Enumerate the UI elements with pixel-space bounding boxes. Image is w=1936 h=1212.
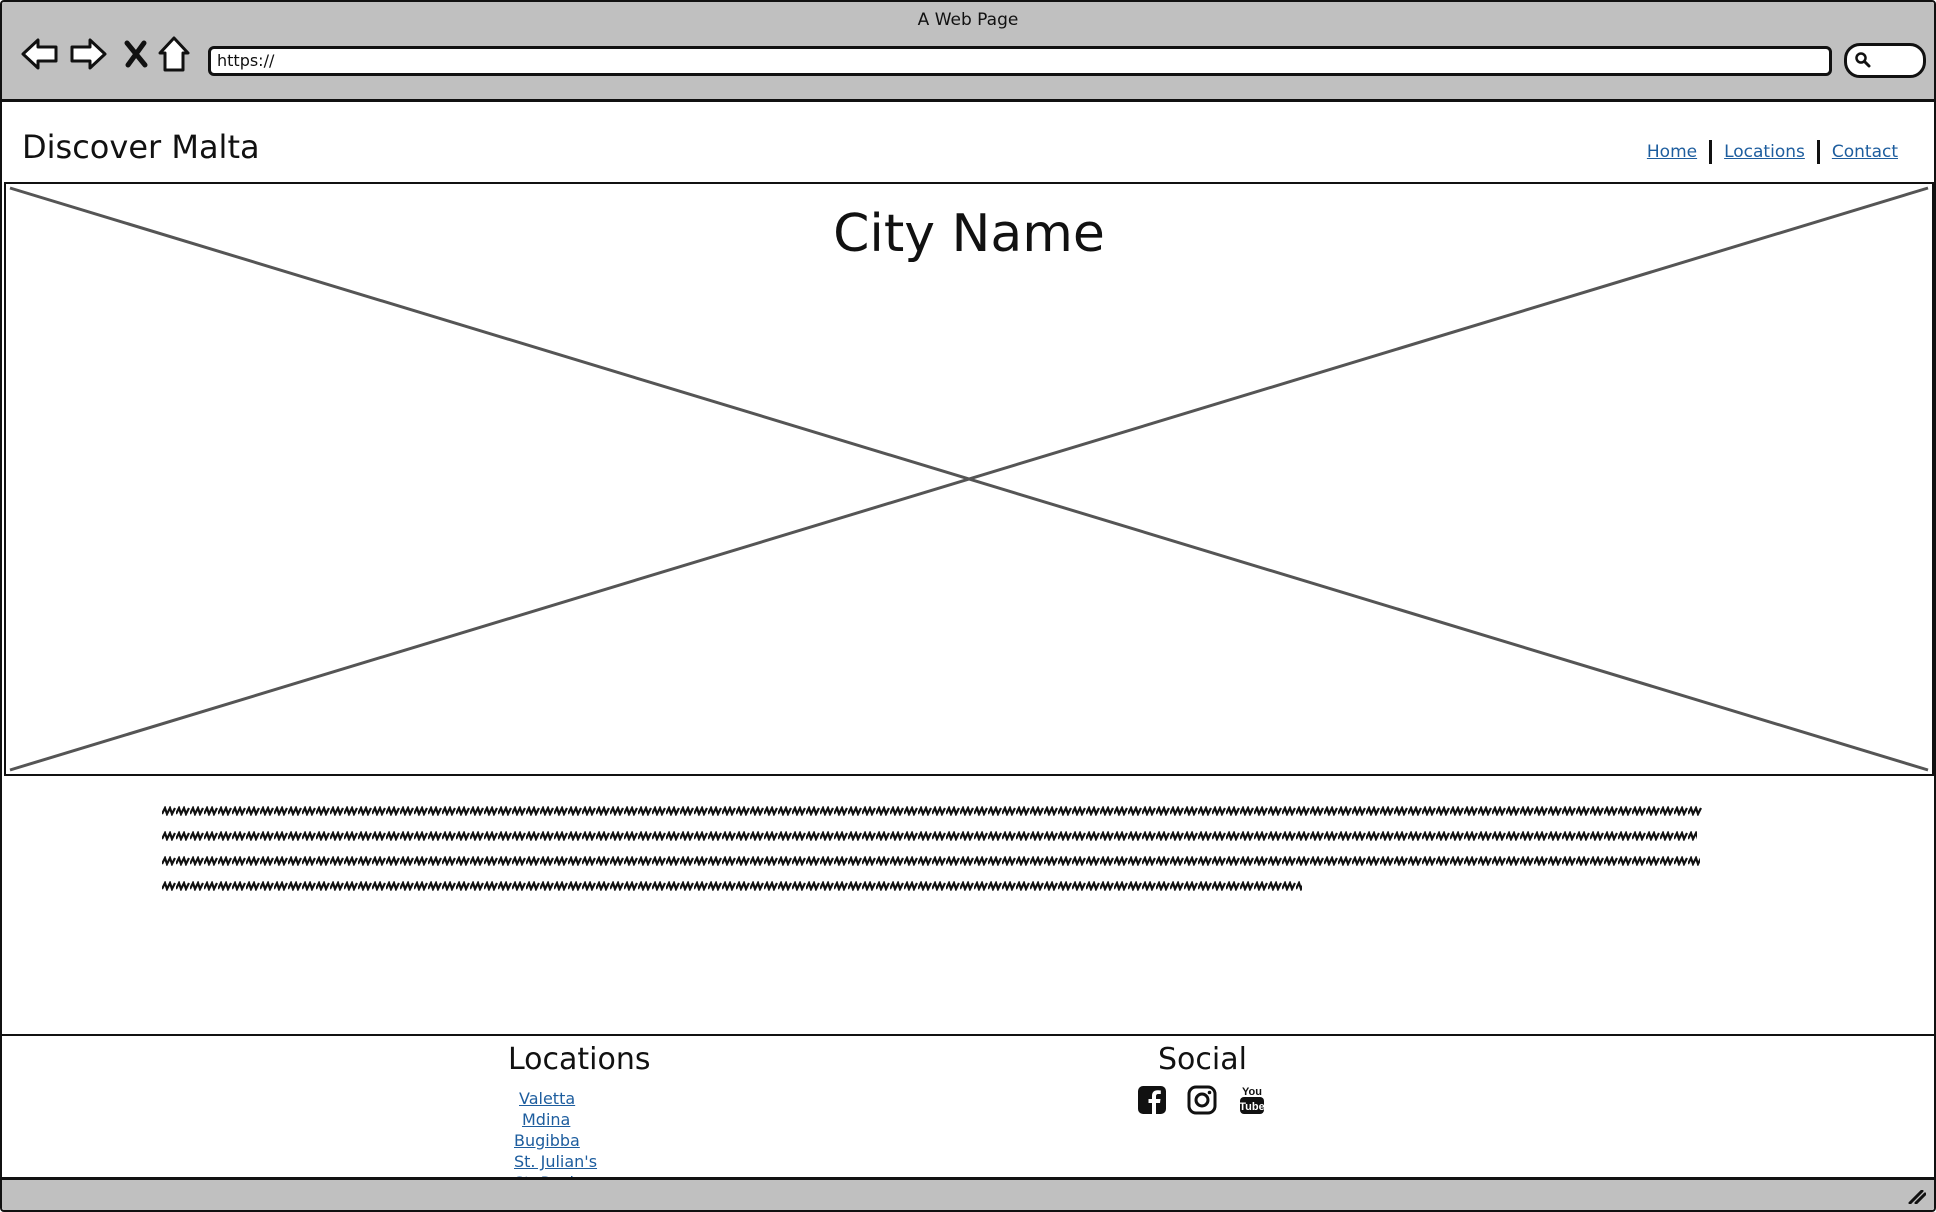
scribble-text-line (162, 856, 1700, 866)
svg-text:You: You (1242, 1086, 1262, 1098)
instagram-icon[interactable] (1186, 1084, 1218, 1116)
footer-locations-heading: Locations (508, 1042, 651, 1077)
browser-window: A Web Page https:// Discover Malta Home … (0, 0, 1936, 1212)
home-button[interactable] (152, 32, 196, 76)
scribble-text-line (162, 881, 1302, 891)
footer-link-bugibba[interactable]: Bugibba (514, 1130, 597, 1151)
close-icon (124, 40, 148, 68)
search-icon (1855, 52, 1871, 68)
address-bar[interactable]: https:// (208, 46, 1832, 76)
footer-link-st-julians[interactable]: St. Julian's (514, 1151, 597, 1172)
forward-button[interactable] (66, 32, 110, 76)
page-footer: Locations Valetta Mdina Bugibba St. Juli… (2, 1034, 1934, 1192)
nav-link-locations[interactable]: Locations (1724, 142, 1805, 162)
facebook-icon[interactable] (1136, 1084, 1168, 1116)
resize-grip-icon[interactable] (1908, 1190, 1926, 1204)
back-button[interactable] (18, 32, 62, 76)
browser-search-box[interactable] (1844, 43, 1926, 78)
browser-status-bar (2, 1177, 1934, 1210)
hero-image-placeholder: City Name (4, 182, 1934, 776)
scribble-text-line (162, 831, 1697, 841)
window-title: A Web Page (917, 10, 1019, 30)
back-arrow-icon (21, 38, 58, 70)
image-placeholder-icon (9, 186, 1929, 772)
nav-link-contact[interactable]: Contact (1832, 142, 1898, 162)
youtube-icon[interactable]: You Tube (1236, 1084, 1268, 1116)
top-navigation: Home Locations Contact (1647, 140, 1898, 164)
browser-toolbar: A Web Page https:// (2, 2, 1934, 102)
footer-link-valetta[interactable]: Valetta (514, 1088, 597, 1109)
home-icon (158, 36, 190, 72)
hero-title: City Name (833, 204, 1105, 264)
forward-arrow-icon (70, 38, 107, 70)
site-title: Discover Malta (22, 128, 260, 166)
social-icons: You Tube (1136, 1084, 1268, 1116)
footer-social-heading: Social (1158, 1042, 1247, 1077)
nav-divider (1709, 140, 1713, 164)
scribble-text-line (162, 806, 1702, 816)
footer-link-mdina[interactable]: Mdina (514, 1109, 597, 1130)
nav-link-home[interactable]: Home (1647, 142, 1697, 162)
placeholder-paragraph (162, 806, 1702, 906)
svg-text:Tube: Tube (1239, 1101, 1264, 1113)
nav-divider (1816, 140, 1820, 164)
